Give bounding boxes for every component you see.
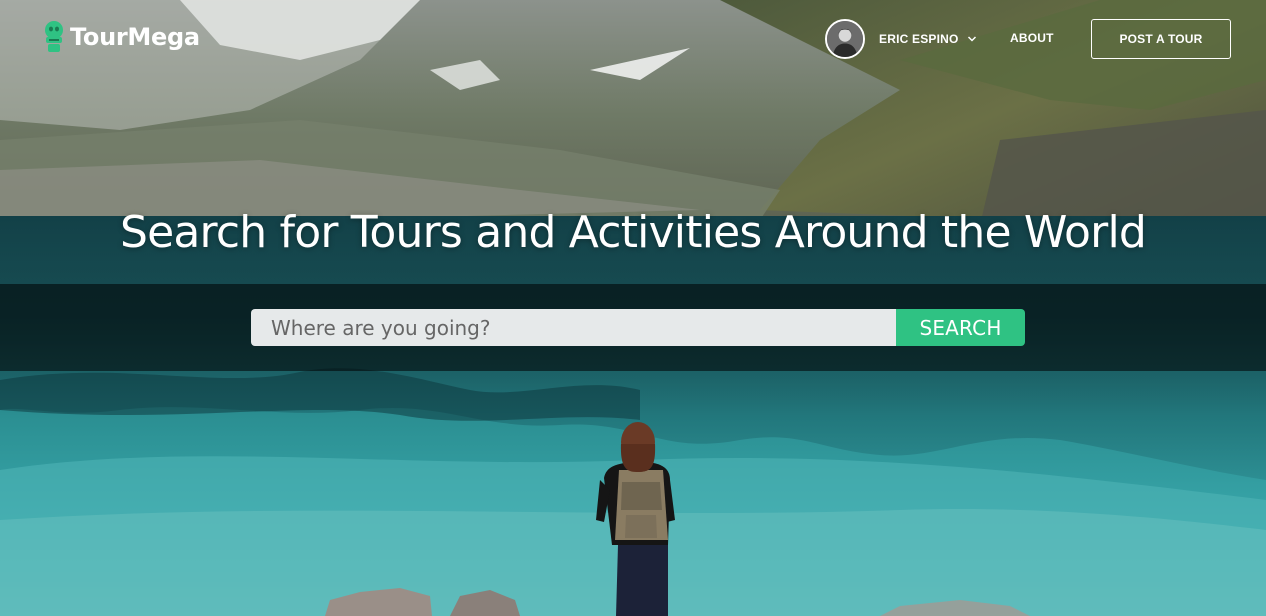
brand-logo-link[interactable]: TourMega bbox=[42, 20, 200, 54]
nav-about-link[interactable]: ABOUT bbox=[1010, 31, 1054, 45]
user-menu[interactable]: ERIC ESPINO bbox=[825, 19, 977, 59]
destination-search-input[interactable] bbox=[251, 309, 896, 346]
search-button[interactable]: SEARCH bbox=[896, 309, 1025, 346]
brand-name: TourMega bbox=[70, 23, 200, 51]
chevron-down-icon bbox=[967, 36, 976, 42]
tourmega-logo-icon bbox=[45, 21, 63, 52]
user-avatar bbox=[825, 19, 865, 59]
top-navbar: TourMega ERIC ESPINO ABOUT POST A TOUR bbox=[0, 0, 1266, 78]
post-a-tour-button[interactable]: POST A TOUR bbox=[1091, 19, 1231, 59]
user-name: ERIC ESPINO bbox=[879, 32, 959, 46]
hero-headline: Search for Tours and Activities Around t… bbox=[119, 207, 1147, 258]
